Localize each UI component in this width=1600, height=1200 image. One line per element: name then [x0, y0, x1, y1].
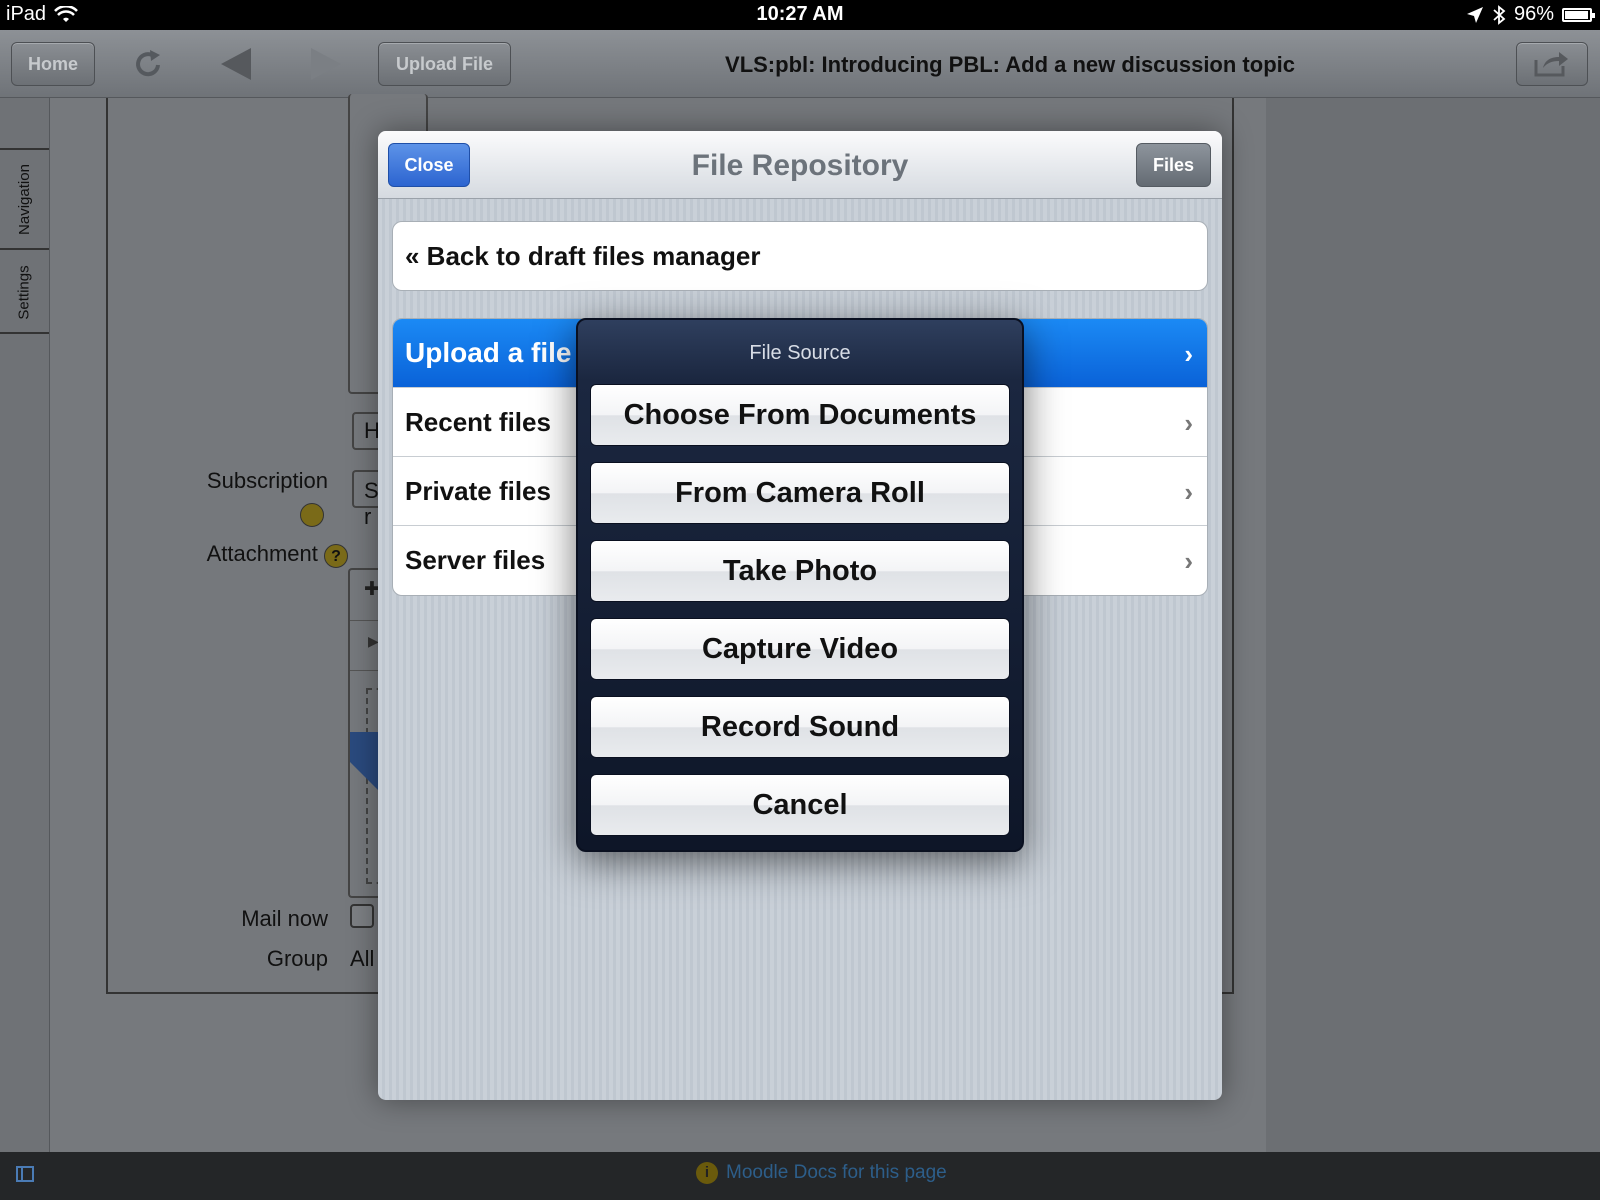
take-photo-button[interactable]: Take Photo	[590, 540, 1010, 602]
capture-video-button[interactable]: Capture Video	[590, 618, 1010, 680]
help-icon[interactable]: ?	[324, 544, 348, 568]
status-bar: iPad 10:27 AM 96%	[0, 0, 1600, 30]
refresh-icon[interactable]	[126, 44, 170, 84]
upload-file-button[interactable]: Upload File	[378, 42, 511, 86]
chevron-right-icon: ›	[1184, 408, 1193, 438]
home-button[interactable]: Home	[11, 42, 95, 86]
chevron-right-icon: ›	[1184, 339, 1193, 369]
from-camera-roll-button[interactable]: From Camera Roll	[590, 462, 1010, 524]
dialog-header: Close File Repository Files	[378, 131, 1222, 199]
panel-toggle-icon[interactable]	[16, 1166, 34, 1182]
mail-now-checkbox[interactable]	[350, 904, 374, 928]
battery-icon	[1562, 7, 1595, 22]
help-icon[interactable]: help-icon	[300, 503, 324, 527]
right-pane	[1266, 98, 1600, 1152]
page-title: VLS:pbl: Introducing PBL: Add a new disc…	[725, 52, 1295, 77]
dialog-title: File Repository	[691, 149, 909, 182]
tab-navigation[interactable]: Navigation	[0, 148, 49, 250]
status-time: 10:27 AM	[756, 3, 844, 25]
tab-settings[interactable]: Settings	[0, 252, 49, 334]
location-arrow-icon	[1466, 6, 1483, 23]
battery-percent: 96%	[1513, 3, 1554, 25]
share-button[interactable]	[1516, 42, 1588, 86]
cancel-button[interactable]: Cancel	[590, 774, 1010, 836]
mail-now-label: Mail now	[241, 906, 328, 931]
browser-toolbar: Home Upload File VLS:pbl: Introducing PB…	[0, 30, 1600, 98]
group-label: Group	[266, 946, 328, 971]
subscription-label: Subscription	[206, 468, 328, 493]
files-button[interactable]: Files	[1136, 143, 1211, 187]
file-source-popover: File Source Choose From Documents From C…	[576, 318, 1024, 852]
info-icon: i	[696, 1162, 718, 1184]
forward-arrow-icon[interactable]	[304, 44, 348, 84]
back-to-draft-button[interactable]: « Back to draft files manager	[392, 221, 1208, 291]
bluetooth-icon	[1493, 4, 1506, 25]
chevron-right-icon: ›	[1184, 546, 1193, 576]
side-tabs: Navigation Settings	[0, 98, 50, 1152]
popover-title: File Source	[749, 342, 851, 364]
choose-from-documents-button[interactable]: Choose From Documents	[590, 384, 1010, 446]
moodle-docs-link[interactable]: Moodle Docs for this page	[726, 1162, 947, 1184]
record-sound-button[interactable]: Record Sound	[590, 696, 1010, 758]
bottom-bar: i Moodle Docs for this page	[0, 1152, 1600, 1200]
back-arrow-icon[interactable]	[214, 44, 258, 84]
share-icon	[1534, 52, 1568, 77]
chevron-right-icon: ›	[1184, 477, 1193, 507]
attachment-label: Attachment	[206, 541, 318, 566]
